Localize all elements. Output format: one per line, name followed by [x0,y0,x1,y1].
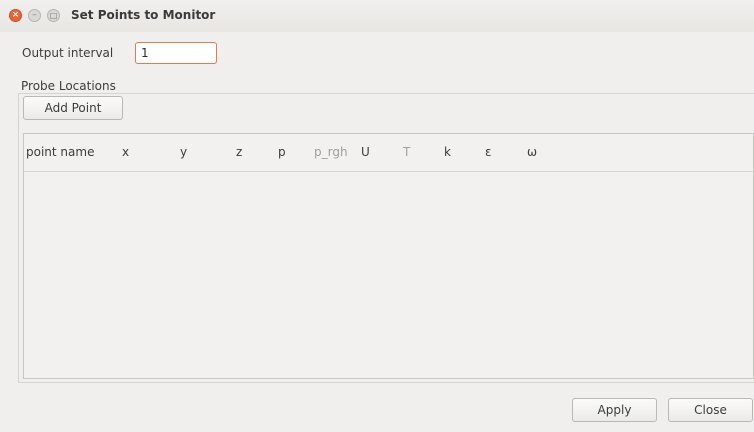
title-bar[interactable]: × – □ Set Points to Monitor [0,0,754,32]
window-maximize-icon[interactable]: □ [47,9,60,22]
column-header-z[interactable]: z [236,145,242,159]
add-point-button[interactable]: Add Point [23,96,123,120]
window-minimize-icon[interactable]: – [28,9,41,22]
output-interval-input[interactable] [135,42,217,64]
column-header-epsilon[interactable]: ε [485,145,492,159]
column-header-x[interactable]: x [122,145,129,159]
apply-button[interactable]: Apply [572,398,657,422]
window-close-icon[interactable]: × [9,9,22,22]
column-header-omega[interactable]: ω [527,145,537,159]
probe-table[interactable]: point name x y z p p_rgh U T k ε ω [23,133,754,379]
output-interval-label: Output interval [22,46,114,60]
column-header-p-rgh[interactable]: p_rgh [314,145,348,159]
column-header-point-name[interactable]: point name [26,145,94,159]
column-header-k[interactable]: k [444,145,451,159]
probe-locations-label: Probe Locations [21,79,116,93]
close-button[interactable]: Close [668,398,753,422]
table-header: point name x y z p p_rgh U T k ε ω [24,134,753,172]
column-header-t[interactable]: T [403,145,410,159]
column-header-p[interactable]: p [278,145,286,159]
window-title: Set Points to Monitor [71,8,216,22]
column-header-u[interactable]: U [361,145,370,159]
column-header-y[interactable]: y [180,145,187,159]
